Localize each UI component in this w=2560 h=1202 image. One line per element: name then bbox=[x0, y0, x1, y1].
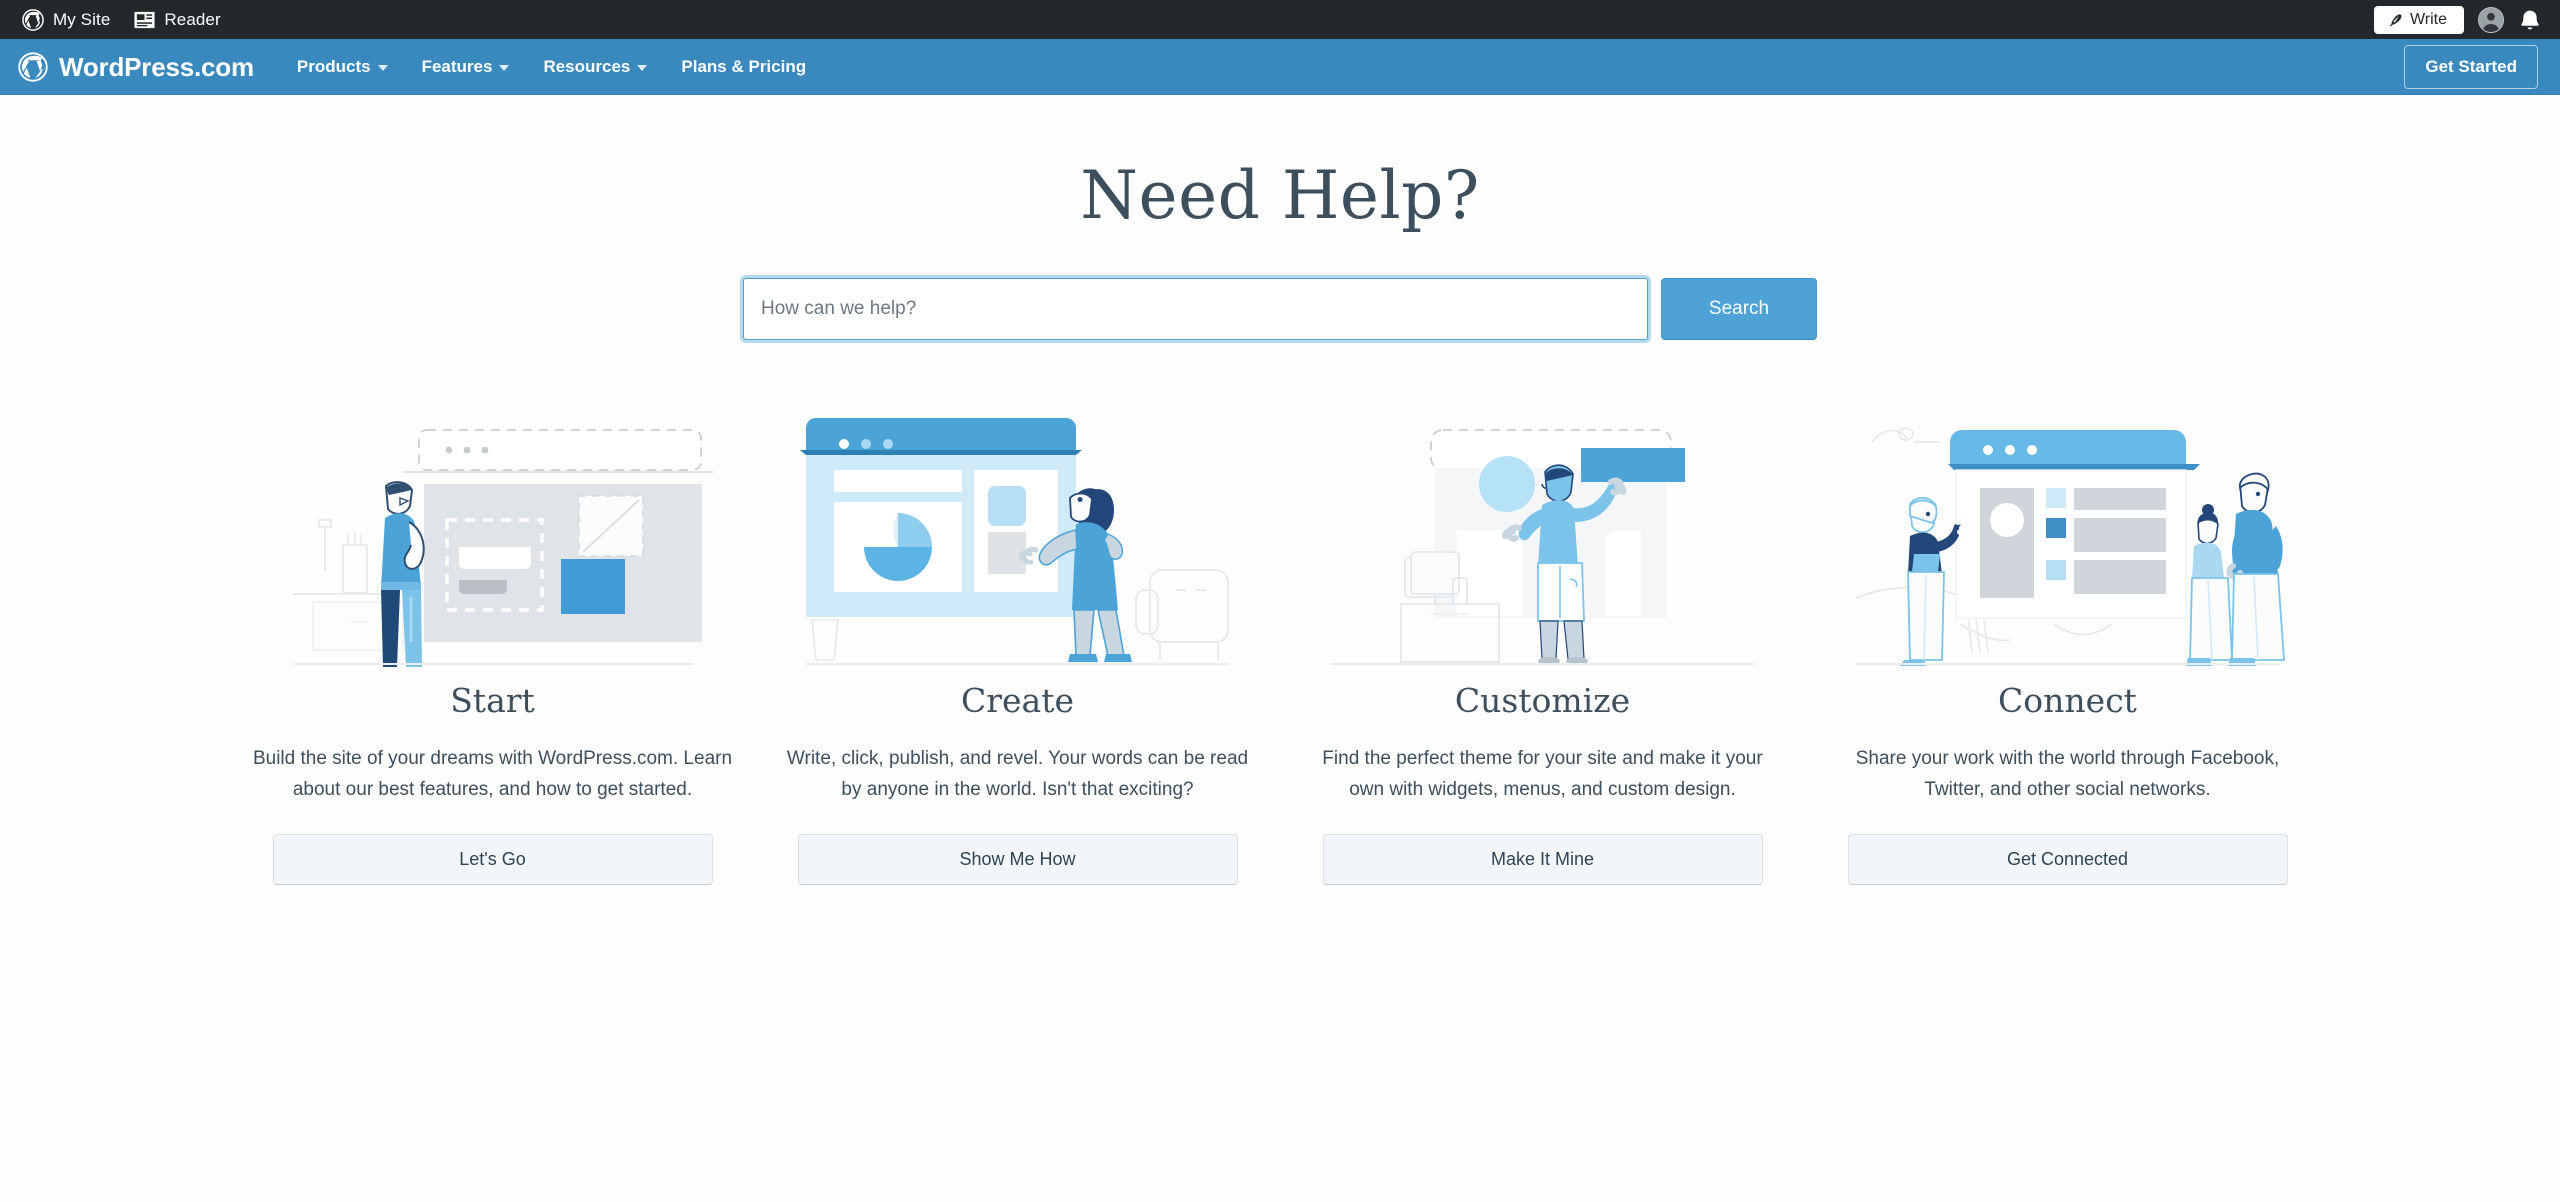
nav-link-label: Products bbox=[296, 57, 371, 76]
page-content: Need Help? Search bbox=[0, 95, 2560, 1202]
card-title: Create bbox=[960, 681, 1075, 720]
search-button[interactable]: Search bbox=[1661, 278, 1817, 340]
help-card-connect: Connect Share your work with the world t… bbox=[1805, 402, 2330, 885]
nav-links: Products Features Resources Plans & Pric… bbox=[280, 39, 823, 95]
nav-link-products[interactable]: Products bbox=[280, 39, 405, 95]
page-title: Need Help? bbox=[1080, 157, 1480, 234]
nav-link-label: Plans & Pricing bbox=[681, 57, 807, 76]
nav-link-label: Resources bbox=[543, 57, 631, 76]
masterbar-item-label: Reader bbox=[164, 9, 221, 29]
masterbar-item-label: My Site bbox=[53, 9, 111, 29]
chevron-down-icon bbox=[377, 65, 388, 71]
help-card-create: Create Write, click, publish, and revel.… bbox=[755, 402, 1280, 885]
nav-link-features[interactable]: Features bbox=[405, 39, 527, 95]
card-cta-lets-go[interactable]: Let's Go bbox=[272, 833, 713, 885]
help-search-row: Search bbox=[0, 278, 2560, 340]
brand-logo-link[interactable]: WordPress.com bbox=[18, 52, 254, 83]
masterbar-left-group: My Site Reader bbox=[10, 0, 233, 39]
person-arranging-layout-blocks-illustration bbox=[1323, 402, 1763, 667]
help-card-customize: Customize Find the perfect theme for you… bbox=[1280, 402, 1805, 885]
bell-icon[interactable] bbox=[2518, 8, 2542, 32]
reader-icon bbox=[134, 11, 155, 29]
brand-label: WordPress.com bbox=[59, 51, 254, 82]
wordpress-logo-icon bbox=[18, 52, 48, 82]
nav-link-resources[interactable]: Resources bbox=[526, 39, 664, 95]
masterbar-right-group: Write bbox=[2373, 5, 2542, 34]
get-started-button[interactable]: Get Started bbox=[2404, 45, 2538, 89]
card-cta-get-connected[interactable]: Get Connected bbox=[1847, 833, 2288, 885]
card-description: Find the perfect theme for your site and… bbox=[1322, 748, 1763, 800]
card-title: Start bbox=[450, 681, 535, 720]
card-description: Share your work with the world through F… bbox=[1855, 748, 2280, 800]
card-title: Customize bbox=[1454, 681, 1631, 720]
masterbar: My Site Reader Write bbox=[0, 0, 2560, 39]
masterbar-item-my-site[interactable]: My Site bbox=[10, 0, 122, 39]
pencil-icon bbox=[2387, 12, 2403, 28]
avatar[interactable] bbox=[2478, 6, 2504, 33]
write-button[interactable]: Write bbox=[2373, 5, 2464, 34]
write-button-label: Write bbox=[2409, 10, 2447, 28]
people-around-social-feed-browser-illustration bbox=[1848, 402, 2288, 667]
masterbar-item-reader[interactable]: Reader bbox=[122, 0, 232, 39]
card-description: Build the site of your dreams with WordP… bbox=[252, 748, 733, 800]
card-cta-make-it-mine[interactable]: Make It Mine bbox=[1322, 833, 1763, 885]
card-description: Write, click, publish, and revel. Your w… bbox=[786, 748, 1249, 800]
help-cards: Start Build the site of your dreams with… bbox=[0, 402, 2560, 885]
card-title: Connect bbox=[1998, 681, 2137, 720]
help-card-start: Start Build the site of your dreams with… bbox=[230, 402, 755, 885]
wordpress-logo-icon bbox=[22, 8, 44, 31]
woman-viewing-browser-with-pie-chart-illustration bbox=[798, 402, 1238, 667]
primary-navbar: WordPress.com Products Features Resource… bbox=[0, 39, 2560, 95]
search-input[interactable] bbox=[743, 278, 1648, 340]
nav-link-plans-and-pricing[interactable]: Plans & Pricing bbox=[664, 39, 823, 95]
card-cta-show-me-how[interactable]: Show Me How bbox=[797, 833, 1238, 885]
chevron-down-icon bbox=[637, 65, 648, 71]
nav-link-label: Features bbox=[421, 57, 493, 76]
person-thinking-at-wireframe-illustration bbox=[273, 402, 713, 667]
chevron-down-icon bbox=[499, 65, 510, 71]
